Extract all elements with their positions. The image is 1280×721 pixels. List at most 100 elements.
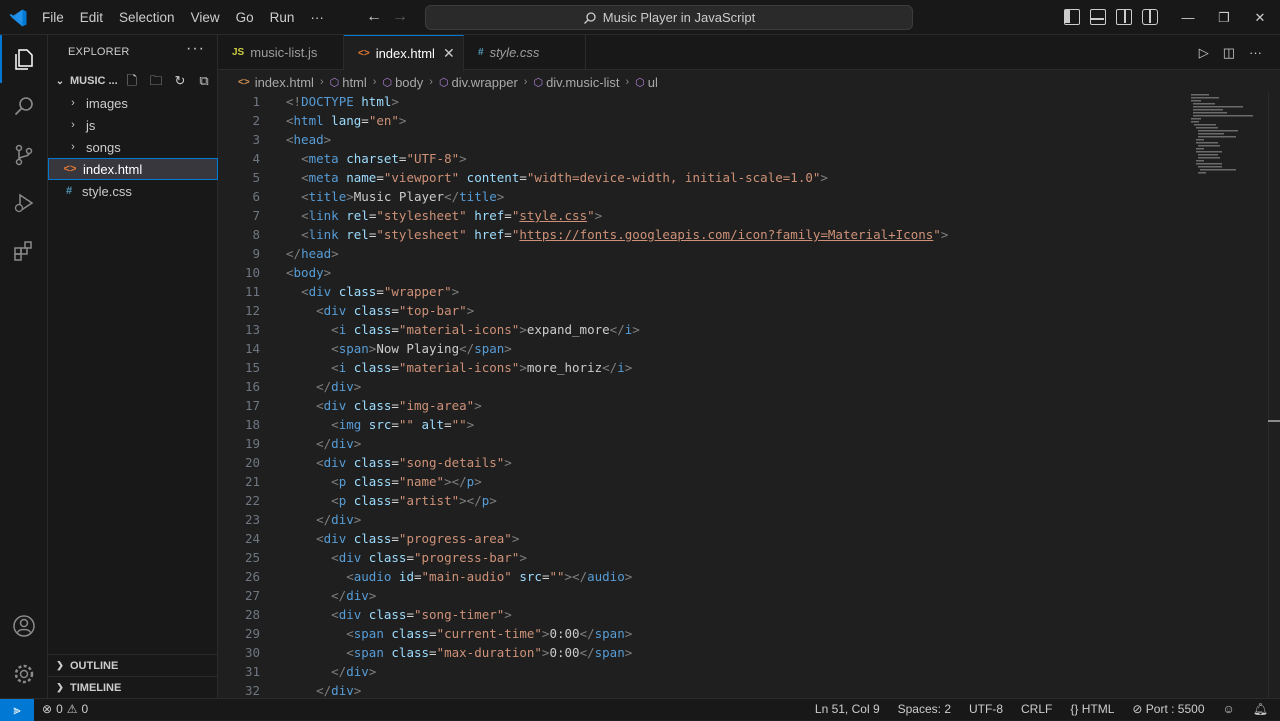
- tab-style-css[interactable]: # style.css: [464, 35, 586, 70]
- code-text: </div>: [331, 664, 377, 679]
- toggle-primary-sidebar-icon[interactable]: [1064, 9, 1080, 25]
- code-line[interactable]: 16 </div>: [218, 377, 1193, 396]
- chevron-right-icon: ›: [319, 76, 324, 88]
- menu-edit[interactable]: Edit: [72, 10, 111, 25]
- menu-go[interactable]: Go: [228, 10, 262, 25]
- line-endings[interactable]: CRLF: [1021, 702, 1052, 716]
- timeline-section[interactable]: ❯ TIMELINE: [48, 676, 218, 698]
- tree-item-js[interactable]: › js: [48, 114, 218, 136]
- code-text: <span>Now Playing</span>: [331, 341, 512, 356]
- breadcrumb-item[interactable]: ul: [648, 75, 658, 90]
- back-arrow-icon[interactable]: ←: [366, 8, 382, 26]
- problems-indicator[interactable]: ⊗ 0 ⚠ 0: [42, 702, 88, 716]
- code-line[interactable]: 12 <div class="top-bar">: [218, 301, 1193, 320]
- remote-indicator-icon[interactable]: ⫸: [0, 699, 34, 721]
- menu-selection[interactable]: Selection: [111, 10, 183, 25]
- code-line[interactable]: 4 <meta charset="UTF-8">: [218, 149, 1193, 168]
- forward-arrow-icon[interactable]: →: [392, 8, 408, 26]
- breadcrumb-item[interactable]: html: [342, 75, 367, 90]
- tree-item-images[interactable]: › images: [48, 92, 218, 114]
- line-number: 8: [252, 227, 260, 242]
- breadcrumb-item[interactable]: index.html: [255, 75, 314, 90]
- code-line[interactable]: 13 <i class="material-icons">expand_more…: [218, 320, 1193, 339]
- tree-item-songs[interactable]: › songs: [48, 136, 218, 158]
- search-sidebar-icon[interactable]: [0, 83, 48, 131]
- cursor-position[interactable]: Ln 51, Col 9: [815, 702, 880, 716]
- code-line[interactable]: 28 <div class="song-timer">: [218, 605, 1193, 624]
- code-line[interactable]: 17 <div class="img-area">: [218, 396, 1193, 415]
- code-line[interactable]: 1 <!DOCTYPE html>: [218, 92, 1193, 111]
- toggle-secondary-sidebar-icon[interactable]: [1116, 9, 1132, 25]
- code-line[interactable]: 20 <div class="song-details">: [218, 453, 1193, 472]
- minimize-icon[interactable]: —: [1170, 0, 1206, 35]
- language-mode[interactable]: {} HTML: [1070, 702, 1114, 716]
- breadcrumb-item[interactable]: body: [395, 75, 423, 90]
- close-tab-icon[interactable]: ✕: [443, 45, 455, 62]
- split-editor-icon[interactable]: ◫: [1223, 45, 1235, 61]
- customize-layout-icon[interactable]: [1142, 9, 1158, 25]
- code-line[interactable]: 31 </div>: [218, 662, 1193, 681]
- code-line[interactable]: 27 </div>: [218, 586, 1193, 605]
- command-center-search[interactable]: Music Player in JavaScript: [425, 5, 913, 30]
- code-line[interactable]: 18 <img src="" alt="">: [218, 415, 1193, 434]
- code-editor[interactable]: 1 <!DOCTYPE html> 2 <html lang="en"> 3 <head>…: [218, 92, 1193, 698]
- code-line[interactable]: 14 <span>Now Playing</span>: [218, 339, 1193, 358]
- explorer-icon[interactable]: [0, 35, 48, 83]
- breadcrumb-item[interactable]: div.wrapper: [452, 75, 518, 90]
- manage-gear-icon[interactable]: [0, 650, 48, 698]
- code-text: <div class="img-area">: [316, 398, 482, 413]
- collapse-all-icon[interactable]: ⧉: [196, 73, 212, 89]
- new-folder-icon[interactable]: 🗀: [148, 73, 164, 89]
- code-line[interactable]: 5 <meta name="viewport" content="width=d…: [218, 168, 1193, 187]
- accounts-icon[interactable]: [0, 602, 48, 650]
- code-line[interactable]: 22 <p class="artist"></p>: [218, 491, 1193, 510]
- menu-view[interactable]: View: [183, 10, 228, 25]
- live-server-port[interactable]: ⊘ Port : 5500: [1132, 702, 1204, 716]
- line-number: 23: [244, 512, 260, 527]
- notifications-bell-icon[interactable]: 🔔︎: [1253, 702, 1268, 716]
- outline-section[interactable]: ❯ OUTLINE: [48, 654, 218, 676]
- close-window-icon[interactable]: ✕: [1242, 0, 1278, 35]
- code-line[interactable]: 26 <audio id="main-audio" src=""></audio…: [218, 567, 1193, 586]
- code-line[interactable]: 19 </div>: [218, 434, 1193, 453]
- refresh-icon[interactable]: ↻: [172, 73, 188, 89]
- chevron-right-icon: ›: [71, 141, 75, 153]
- code-line[interactable]: 25 <div class="progress-bar">: [218, 548, 1193, 567]
- extensions-icon[interactable]: [0, 227, 48, 275]
- more-actions-icon[interactable]: ···: [1249, 45, 1262, 61]
- menu-more[interactable]: ···: [302, 10, 332, 25]
- code-line[interactable]: 2 <html lang="en">: [218, 111, 1193, 130]
- run-play-icon[interactable]: ▷: [1199, 45, 1209, 61]
- code-line[interactable]: 24 <div class="progress-area">: [218, 529, 1193, 548]
- code-line[interactable]: 21 <p class="name"></p>: [218, 472, 1193, 491]
- toggle-panel-icon[interactable]: [1090, 9, 1106, 25]
- breadcrumb-item[interactable]: div.music-list: [546, 75, 619, 90]
- code-line[interactable]: 11 <div class="wrapper">: [218, 282, 1193, 301]
- menu-file[interactable]: File: [34, 10, 72, 25]
- code-line[interactable]: 7 <link rel="stylesheet" href="style.css…: [218, 206, 1193, 225]
- code-line[interactable]: 30 <span class="max-duration">0:00</span…: [218, 643, 1193, 662]
- source-control-icon[interactable]: [0, 131, 48, 179]
- tree-item-style-css[interactable]: # style.css: [48, 180, 218, 202]
- run-and-debug-icon[interactable]: [0, 179, 48, 227]
- code-line[interactable]: 8 <link rel="stylesheet" href="https://f…: [218, 225, 1193, 244]
- tree-item-index-html[interactable]: <> index.html: [48, 158, 218, 180]
- code-line[interactable]: 23 </div>: [218, 510, 1193, 529]
- feedback-icon[interactable]: ☺: [1223, 702, 1235, 716]
- code-line[interactable]: 3 <head>: [218, 130, 1193, 149]
- tab-index-html[interactable]: <> index.html ✕: [344, 35, 464, 71]
- tab-music-list-js[interactable]: JS music-list.js: [218, 35, 344, 70]
- vertical-scrollbar[interactable]: [1268, 92, 1280, 698]
- menu-run[interactable]: Run: [262, 10, 303, 25]
- code-line[interactable]: 10 <body>: [218, 263, 1193, 282]
- code-line[interactable]: 6 <title>Music Player</title>: [218, 187, 1193, 206]
- code-line[interactable]: 29 <span class="current-time">0:00</span…: [218, 624, 1193, 643]
- minimap[interactable]: [1188, 92, 1268, 182]
- indentation[interactable]: Spaces: 2: [898, 702, 951, 716]
- code-line[interactable]: 9 </head>: [218, 244, 1193, 263]
- code-line[interactable]: 15 <i class="material-icons">more_horiz<…: [218, 358, 1193, 377]
- restore-icon[interactable]: ❐: [1206, 0, 1242, 35]
- encoding[interactable]: UTF-8: [969, 702, 1003, 716]
- explorer-more-icon[interactable]: ···: [186, 40, 205, 58]
- new-file-icon[interactable]: 🗋: [124, 73, 140, 89]
